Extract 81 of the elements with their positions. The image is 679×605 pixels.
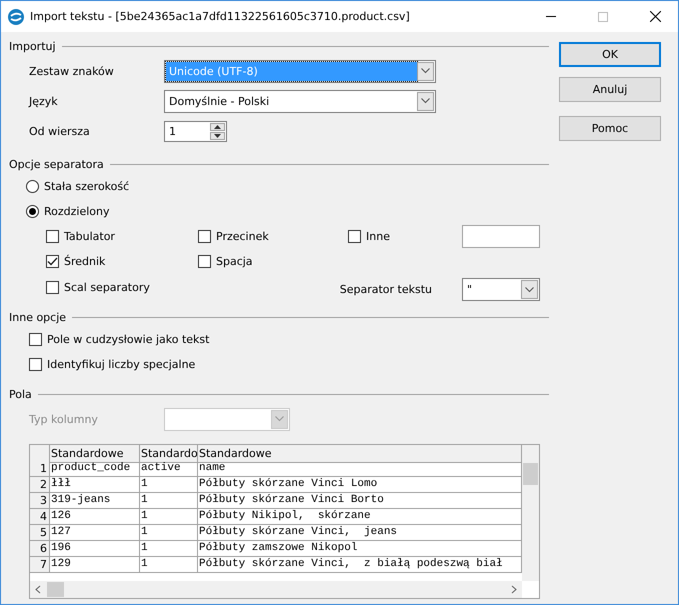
scrollbar-thumb[interactable] (47, 582, 64, 597)
section-heading: Importuj (9, 40, 56, 52)
table-cell: 127 (50, 525, 140, 541)
table-cell: łłł (50, 477, 140, 493)
checkbox-label: Identyfikuj liczby specjalne (47, 358, 196, 371)
table-cell: 319-jeans (50, 493, 140, 509)
column-header[interactable]: Standardowe (50, 445, 140, 463)
checkbox-label: Inne (366, 230, 390, 243)
minimize-icon (546, 16, 556, 17)
section-heading: Pola (9, 388, 32, 400)
table-cell: 1 (140, 525, 198, 541)
table-cell: 1 (140, 477, 198, 493)
table-cell: 129 (50, 557, 140, 573)
dialog-button[interactable]: Anuluj (559, 77, 661, 102)
table-cell: 1 (140, 509, 198, 525)
field-label: Zestaw znaków (29, 64, 115, 78)
checkbox-label: Przecinek (216, 230, 269, 243)
table-cell: Półbuty zamszowe Nikopol (198, 541, 522, 557)
radio-label: Rozdzielony (44, 205, 110, 218)
radio-label: Stała szerokość (44, 180, 130, 193)
vertical-scrollbar[interactable] (522, 445, 539, 581)
maximize-icon (598, 12, 608, 22)
table-cell: product_code (50, 461, 140, 477)
table-cell: 1 (140, 493, 198, 509)
section-heading: Opcje separatora (9, 158, 104, 170)
checkbox-label: Średnik (64, 255, 106, 268)
chevron-down-icon (525, 286, 534, 292)
table-cell: Półbuty skórzane Vinci, jeans (198, 525, 522, 541)
row-number: 2 (30, 477, 50, 493)
column-header[interactable]: Standardowe (198, 445, 522, 463)
text-separator-dropdown[interactable]: " (462, 278, 540, 301)
checkbox[interactable] (46, 255, 59, 268)
checkbox[interactable] (348, 230, 361, 243)
table-cell: Półbuty Nikipol, skórzane (198, 509, 522, 525)
chevron-down-icon (421, 68, 430, 74)
checkbox[interactable] (46, 281, 59, 294)
checkbox[interactable] (29, 358, 42, 371)
table-cell: 196 (50, 541, 140, 557)
table-cell: Półbuty skórzane Vinci Borto (198, 493, 522, 509)
dialog-button[interactable]: Pomoc (559, 116, 661, 141)
column-header[interactable]: Standardo (140, 445, 198, 463)
radio-button[interactable] (26, 180, 39, 193)
language-dropdown[interactable]: Domyślnie - Polski (164, 90, 436, 112)
chevron-down-icon (421, 98, 430, 104)
table-cell: 1 (140, 541, 198, 557)
table-cell: 1 (140, 557, 198, 573)
table-cell: 126 (50, 509, 140, 525)
window-title: Import tekstu - [5be24365ac1a7dfd11322561605c3710.product.csv] (30, 10, 411, 23)
row-spinner[interactable]: 1 (164, 120, 227, 142)
field-label: Język (29, 94, 59, 108)
app-logo-icon (8, 8, 24, 24)
row-number: 4 (30, 509, 50, 525)
table-cell: Półbuty skórzane Vinci, z białą podeszwą biał (198, 557, 522, 573)
other-separator-field[interactable] (462, 225, 540, 248)
chevron-down-icon (275, 416, 284, 422)
table-cell: name (198, 461, 522, 477)
radio-button[interactable] (26, 205, 39, 218)
checkbox[interactable] (198, 230, 211, 243)
table-cell: Półbuty skórzane Vinci Lomo (198, 477, 522, 493)
table-cell: active (140, 461, 198, 477)
checkbox[interactable] (198, 255, 211, 268)
checkbox[interactable] (29, 333, 42, 346)
checkbox-label: Spacja (216, 255, 253, 268)
horizontal-scrollbar[interactable] (30, 581, 522, 598)
close-icon (650, 11, 660, 22)
checkbox-label: Pole w cudzysłowie jako tekst (47, 333, 210, 346)
field-label: Separator tekstu (340, 283, 432, 296)
checkbox[interactable] (46, 230, 59, 243)
checkbox-label: Scal separatory (64, 281, 150, 294)
dialog-button[interactable]: OK (559, 42, 661, 67)
row-number: 6 (30, 541, 50, 557)
row-number: 3 (30, 493, 50, 509)
row-number: 5 (30, 525, 50, 541)
checkbox-label: Tabulator (64, 230, 115, 243)
section-heading: Inne opcje (9, 310, 66, 324)
field-label: Od wiersza (29, 124, 91, 138)
row-number: 7 (30, 557, 50, 573)
scrollbar-thumb[interactable] (523, 463, 538, 485)
row-number: 1 (30, 461, 50, 477)
checkmark-icon (47, 257, 58, 266)
field-label: Typ kolumny (29, 412, 99, 426)
